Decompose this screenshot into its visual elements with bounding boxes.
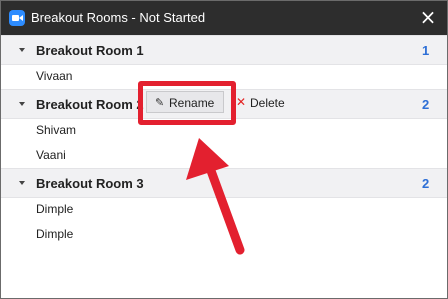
- annotation-arrow: [186, 138, 245, 255]
- arrow-shaft: [205, 163, 245, 255]
